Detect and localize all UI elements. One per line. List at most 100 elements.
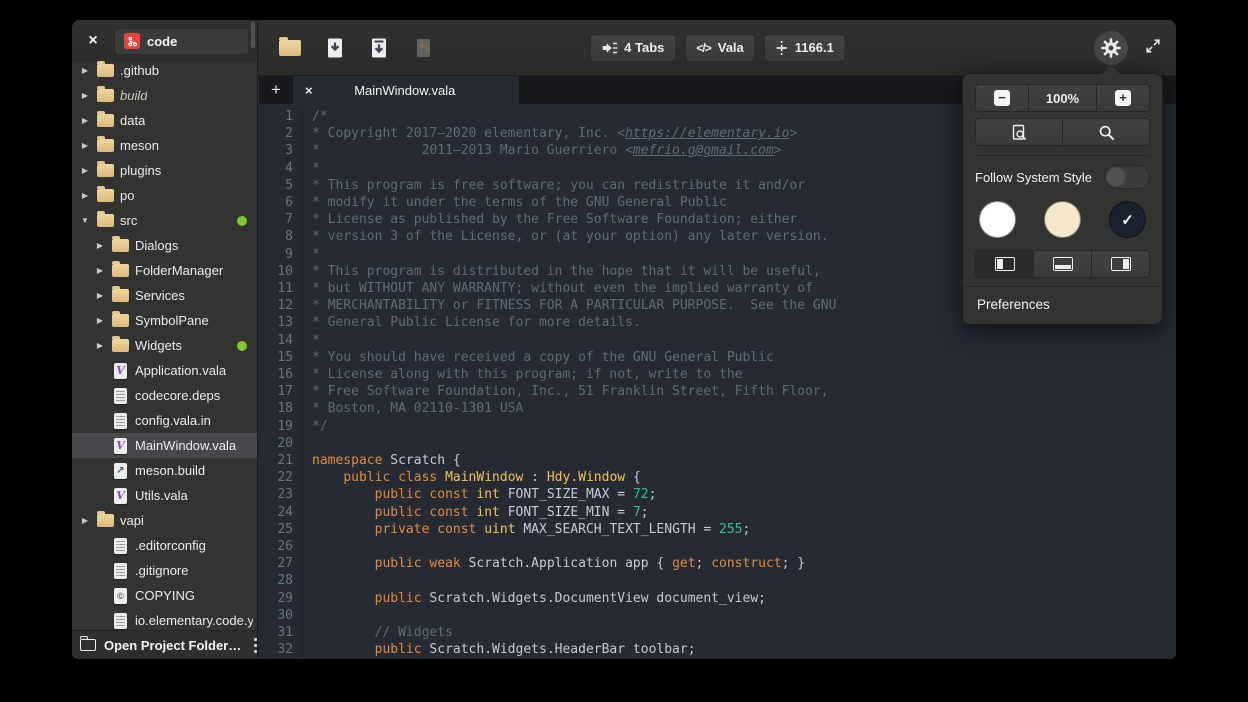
search-icon — [1098, 124, 1115, 141]
language-button[interactable]: </> Vala — [684, 34, 755, 62]
follow-system-style-toggle[interactable] — [1104, 165, 1150, 189]
line-number: 4 — [259, 160, 293, 177]
new-tab-button[interactable]: + — [259, 76, 293, 104]
tree-item-meson.build[interactable]: ↗meson.build — [72, 458, 257, 483]
tree-item-label: .github — [120, 63, 159, 78]
expander-icon[interactable]: ▶ — [79, 116, 91, 125]
sidebar-scrollbar[interactable] — [251, 22, 255, 48]
tree-item-plugins[interactable]: ▶plugins — [72, 158, 257, 183]
tree-item-Dialogs[interactable]: ▶Dialogs — [72, 233, 257, 258]
zoom-in-button[interactable]: + — [1097, 84, 1150, 112]
expander-icon[interactable]: ▶ — [79, 166, 91, 175]
open-file-button[interactable] — [277, 38, 303, 58]
tree-item-MainWindow.vala[interactable]: VMainWindow.vala — [72, 433, 257, 458]
expander-icon[interactable]: ▶ — [79, 66, 91, 75]
text-file-icon — [112, 538, 129, 554]
tab-mainwindow[interactable]: × MainWindow.vala — [293, 76, 519, 104]
expander-icon[interactable]: ▶ — [94, 341, 106, 350]
build-file-icon: ↗ — [112, 463, 129, 479]
settings-button[interactable] — [1094, 31, 1128, 65]
tree-item-label: SymbolPane — [135, 313, 209, 328]
zoom-out-icon: − — [994, 90, 1010, 106]
sidebar-header: × code — [72, 20, 257, 62]
sidebar: × code ▶ .github ▶build▶data▶meson▶plugins… — [72, 20, 258, 659]
tree-item-Services[interactable]: ▶Services — [72, 283, 257, 308]
tree-item-src[interactable]: ▼src — [72, 208, 257, 233]
expander-icon[interactable]: ▶ — [79, 141, 91, 150]
tree-item-label: .editorconfig — [135, 538, 206, 553]
tree-item-.gitignore[interactable]: .gitignore — [72, 558, 257, 583]
text-file-icon — [112, 413, 129, 429]
code-line: public const int FONT_SIZE_MAX = 72; — [312, 486, 1176, 503]
revert-button[interactable] — [411, 35, 435, 61]
expander-icon[interactable]: ▶ — [94, 241, 106, 250]
tree-item-FolderManager[interactable]: ▶FolderManager — [72, 258, 257, 283]
tree-item-Utils.vala[interactable]: VUtils.vala — [72, 483, 257, 508]
tree-item-COPYING[interactable]: ©COPYING — [72, 583, 257, 608]
expander-icon[interactable]: ▶ — [94, 266, 106, 275]
layout-panel-bottom-button[interactable] — [1034, 250, 1092, 278]
window-close-button[interactable]: × — [80, 28, 106, 54]
tree-item-SymbolPane[interactable]: ▶ SymbolPane — [72, 308, 257, 333]
tree-item-io.elementary.code.yml[interactable]: io.elementary.code.yml — [72, 608, 257, 630]
expander-icon[interactable]: ▶ — [94, 316, 106, 325]
project-chip[interactable]: code — [114, 28, 249, 55]
tree-item-po[interactable]: ▶po — [72, 183, 257, 208]
tree-item-label: Widgets — [135, 338, 182, 353]
line-number: 31 — [259, 624, 293, 641]
tree-item-Application.vala[interactable]: VApplication.vala — [72, 358, 257, 383]
zoom-level-button[interactable]: 100% — [1029, 84, 1097, 112]
modified-badge — [237, 341, 247, 351]
follow-system-style-label: Follow System Style — [975, 170, 1092, 185]
sidebar-right-icon — [1111, 257, 1131, 271]
folder-icon — [112, 339, 129, 352]
tree-item-config.vala.in[interactable]: config.vala.in — [72, 408, 257, 433]
tree-item-.github[interactable]: ▶ .github — [72, 58, 257, 83]
tree-item-vapi[interactable]: ▶ vapi — [72, 508, 257, 533]
expander-icon[interactable]: ▶ — [94, 291, 106, 300]
tree-item-Widgets[interactable]: ▶ Widgets — [72, 333, 257, 358]
preferences-button[interactable]: Preferences — [963, 287, 1162, 324]
expander-icon[interactable]: ▶ — [79, 191, 91, 200]
save-button[interactable] — [323, 35, 347, 61]
style-light-button[interactable] — [979, 201, 1016, 238]
expander-icon[interactable]: ▶ — [79, 91, 91, 100]
save-as-button[interactable] — [367, 35, 391, 61]
tree-item-meson[interactable]: ▶meson — [72, 133, 257, 158]
tab-close-button[interactable]: × — [301, 83, 317, 98]
open-project-folder-button[interactable]: Open Project Folder… — [72, 630, 257, 659]
line-number: 33 — [259, 659, 293, 660]
style-dark-button[interactable]: ✓ — [1109, 201, 1146, 238]
tree-item-codecore.deps[interactable]: codecore.deps — [72, 383, 257, 408]
style-sepia-button[interactable] — [1044, 201, 1081, 238]
save-as-icon — [369, 37, 389, 59]
tree-item-.editorconfig[interactable]: .editorconfig — [72, 533, 257, 558]
code-line — [312, 538, 1176, 555]
find-button[interactable] — [1063, 118, 1150, 146]
code-line: * Free Software Foundation, Inc., 51 Fra… — [312, 383, 1176, 400]
code-line — [312, 435, 1176, 452]
line-number: 3 — [259, 142, 293, 159]
open-file-icon — [279, 40, 301, 56]
fullscreen-button[interactable] — [1142, 35, 1164, 60]
tab-overview-button[interactable]: 4 Tabs — [589, 34, 676, 62]
layout-sidebar-left-button[interactable] — [975, 250, 1034, 278]
text-file-icon — [112, 613, 129, 629]
expander-icon[interactable]: ▶ — [79, 516, 91, 525]
tree-item-data[interactable]: ▶data — [72, 108, 257, 133]
goto-line-button[interactable]: 1166.1 — [764, 34, 846, 62]
tree-item-build[interactable]: ▶build — [72, 83, 257, 108]
git-project-icon — [124, 33, 140, 49]
line-number: 23 — [259, 486, 293, 503]
tree-item-label: .gitignore — [135, 563, 188, 578]
zoom-out-button[interactable]: − — [975, 84, 1029, 112]
layout-sidebar-right-button[interactable] — [1092, 250, 1150, 278]
expander-icon[interactable]: ▼ — [79, 216, 91, 225]
code-line — [312, 607, 1176, 624]
line-number: 24 — [259, 504, 293, 521]
popover-separator — [975, 155, 1150, 156]
tree-item-label: vapi — [120, 513, 144, 528]
code-line: public Scratch.Widgets.HeaderBar toolbar… — [312, 641, 1176, 658]
line-number: 20 — [259, 435, 293, 452]
find-in-document-button[interactable] — [975, 118, 1063, 146]
